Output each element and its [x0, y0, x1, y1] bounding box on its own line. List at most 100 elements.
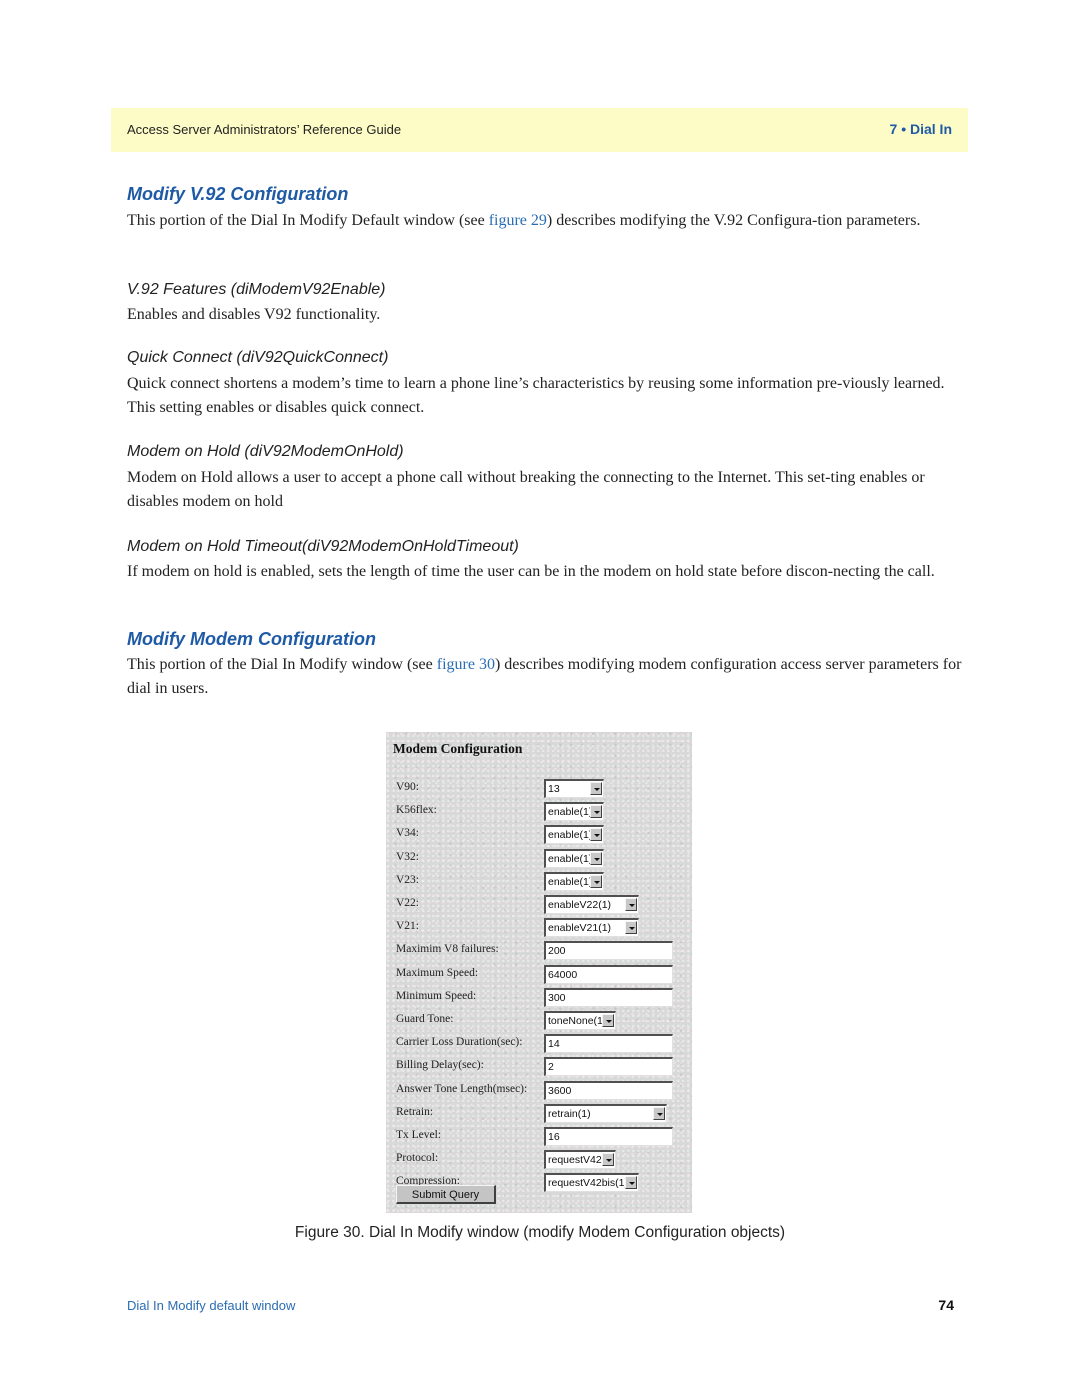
dropdown-arrow-icon[interactable]	[625, 921, 637, 935]
retrain-select[interactable]: retrain(1)	[544, 1103, 667, 1123]
dropdown-arrow-icon[interactable]	[602, 1153, 614, 1167]
v21-select[interactable]: enableV21(1)	[544, 918, 639, 938]
field-value: requestV42bis(1)	[548, 1177, 628, 1190]
v22-select[interactable]: enableV22(1)	[544, 895, 639, 914]
form-row-k56flex: K56flex: enable(1)	[386, 802, 692, 822]
maximum-speed-input[interactable]: 64000	[544, 964, 673, 984]
field-label: Tx Level:	[396, 1129, 442, 1141]
minimum-speed-input[interactable]: 300	[544, 987, 673, 1007]
form-row-protocol: Protocol: requestV42(1)	[386, 1150, 692, 1170]
field-label: Carrier Loss Duration(sec):	[396, 1036, 523, 1049]
dropdown-arrow-icon[interactable]	[653, 1106, 665, 1120]
form-row-v21: V21: enableV21(1)	[386, 918, 692, 938]
modem-intro-paragraph: This portion of the Dial In Modify windo…	[127, 653, 962, 701]
modem-on-hold-timeout-text: If modem on hold is enabled, sets the le…	[127, 563, 935, 580]
field-value: toneNone(1)	[548, 1015, 607, 1027]
field-value: enable(1)	[548, 875, 593, 888]
chapter-label: 7 • Dial In	[889, 121, 952, 137]
figure-29-link[interactable]: figure 29	[489, 212, 547, 229]
dropdown-arrow-icon[interactable]	[602, 1014, 614, 1027]
submit-query-button[interactable]: Submit Query	[396, 1185, 496, 1204]
field-value: 200	[548, 945, 566, 958]
carrier-loss-duration-sec-input[interactable]: 14	[544, 1034, 673, 1054]
form-row-maximim-v8-failures: Maximim V8 failures: 200	[386, 941, 692, 961]
maximim-v8-failures-input[interactable]: 200	[544, 941, 673, 961]
form-row-answer-tone-length-msec: Answer Tone Length(msec): 3600	[386, 1080, 692, 1101]
dropdown-arrow-icon[interactable]	[625, 898, 637, 911]
modem-on-hold-text: Modem on Hold allows a user to accept a …	[127, 469, 925, 510]
heading-modify-v92: Modify V.92 Configuration	[127, 184, 349, 204]
dropdown-arrow-icon[interactable]	[625, 1176, 637, 1190]
field-value: enable(1)	[548, 806, 593, 819]
figure-caption: Figure 30. Dial In Modify window (modify…	[294, 1224, 786, 1241]
v92-intro-text-end: ) describes modifying the V.92 Configura…	[546, 212, 921, 229]
compression-select[interactable]: requestV42bis(1)	[544, 1173, 639, 1193]
field-label: Maximum Speed:	[396, 966, 479, 979]
k56flex-select[interactable]: enable(1)	[544, 802, 604, 822]
field-value: 3600	[548, 1084, 572, 1097]
field-value: enable(1)	[548, 829, 593, 842]
v92-features-text: Enables and disables V92 functionality.	[127, 306, 381, 323]
field-value: retrain(1)	[548, 1107, 591, 1120]
form-row-v22: V22: enableV22(1)	[386, 895, 692, 915]
running-header: Access Server Administrators’ Reference …	[111, 108, 968, 152]
field-value: 16	[548, 1131, 560, 1143]
field-value: enableV22(1)	[548, 899, 612, 911]
field-label: V23:	[396, 873, 419, 886]
modem-config-title: Modem Configuration	[393, 741, 523, 756]
form-row-v23: V23: enable(1)	[386, 871, 692, 892]
field-label: Billing Delay(sec):	[396, 1059, 484, 1072]
form-row-minimum-speed: Minimum Speed: 300	[386, 987, 692, 1008]
form-row-tx-level: Tx Level: 16	[386, 1127, 692, 1147]
dropdown-arrow-icon[interactable]	[590, 805, 602, 819]
protocol-select[interactable]: requestV42(1)	[544, 1150, 616, 1170]
form-row-guard-tone: Guard Tone: toneNone(1)	[386, 1011, 692, 1031]
v92-intro-text: This portion of the Dial In Modify Defau…	[127, 212, 489, 229]
subheading-quick-connect: Quick Connect (diV92QuickConnect)	[127, 349, 389, 366]
modem-intro-text: This portion of the Dial In Modify windo…	[127, 656, 437, 673]
field-value: 13	[548, 783, 560, 795]
v23-select[interactable]: enable(1)	[544, 871, 604, 891]
field-label: V34:	[396, 827, 419, 840]
tx-level-input[interactable]: 16	[544, 1127, 673, 1146]
billing-delay-sec-input[interactable]: 2	[544, 1057, 673, 1077]
form-row-billing-delay-sec: Billing Delay(sec): 2	[386, 1057, 692, 1077]
guard-tone-select[interactable]: toneNone(1)	[544, 1011, 616, 1030]
document-title: Access Server Administrators’ Reference …	[127, 122, 402, 137]
subheading-modem-on-hold-timeout: Modem on Hold Timeout(diV92ModemOnHoldTi…	[127, 538, 519, 555]
field-value: 300	[548, 991, 566, 1004]
dropdown-arrow-icon[interactable]	[590, 874, 602, 888]
modem-configuration-screenshot: Modem Configuration V90: 13 K56flex: enable…	[386, 732, 692, 1213]
v90-select[interactable]: 13	[544, 779, 604, 798]
field-label: K56flex:	[396, 804, 437, 817]
field-value: enable(1)	[548, 852, 593, 865]
field-value: 64000	[548, 968, 578, 981]
dropdown-arrow-icon[interactable]	[590, 828, 602, 842]
field-value: enableV21(1)	[548, 922, 612, 935]
footer-section-link[interactable]: Dial In Modify default window	[127, 1298, 295, 1313]
field-label: Retrain:	[396, 1105, 434, 1118]
form-row-retrain: Retrain: retrain(1)	[386, 1103, 692, 1124]
field-value: 2	[548, 1061, 554, 1074]
field-label: V32:	[396, 850, 419, 863]
heading-modify-modem: Modify Modem Configuration	[127, 629, 376, 649]
dropdown-arrow-icon[interactable]	[590, 851, 602, 865]
form-row-maximum-speed: Maximum Speed: 64000	[386, 964, 692, 985]
field-label: Minimum Speed:	[396, 989, 477, 1002]
answer-tone-length-msec-input[interactable]: 3600	[544, 1080, 673, 1100]
quick-connect-text: Quick connect shortens a modem’s time to…	[127, 375, 945, 416]
v32-select[interactable]: enable(1)	[544, 848, 604, 868]
v34-select[interactable]: enable(1)	[544, 825, 604, 845]
subheading-v92-features: V.92 Features (diModemV92Enable)	[127, 281, 386, 298]
field-label: V22:	[396, 897, 419, 909]
field-label: Maximim V8 failures:	[396, 943, 499, 956]
form-row-v90: V90: 13	[386, 779, 692, 799]
field-label: Protocol:	[396, 1152, 439, 1165]
page-number: 74	[938, 1297, 954, 1313]
subheading-modem-on-hold: Modem on Hold (diV92ModemOnHold)	[127, 443, 404, 460]
form-row-carrier-loss-duration-sec: Carrier Loss Duration(sec): 14	[386, 1034, 692, 1054]
field-label: V90:	[396, 781, 419, 793]
form-row-v34: V34: enable(1)	[386, 825, 692, 845]
dropdown-arrow-icon[interactable]	[590, 782, 602, 795]
figure-30-link[interactable]: figure 30	[437, 656, 495, 673]
